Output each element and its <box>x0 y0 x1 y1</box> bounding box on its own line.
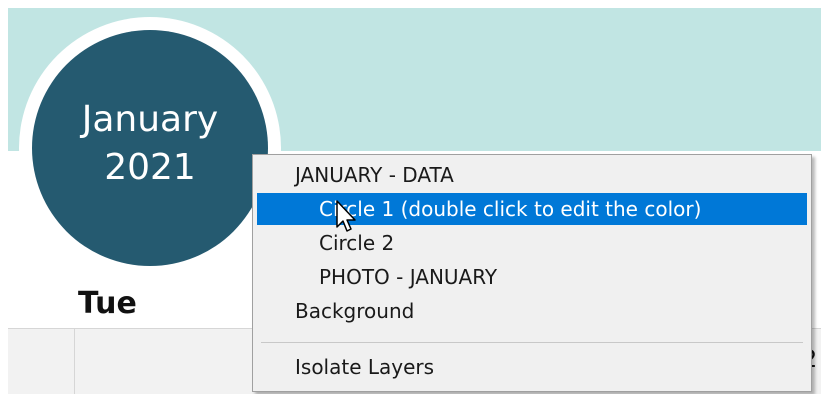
month-label: January <box>81 99 219 140</box>
menu-item-label: Isolate Layers <box>295 355 435 379</box>
menu-item-label: Circle 1 (double click to edit the color… <box>319 197 702 221</box>
menu-item-photo-january[interactable]: PHOTO - JANUARY <box>257 261 807 293</box>
menu-separator <box>261 342 803 343</box>
menu-item-january-data[interactable]: JANUARY - DATA <box>257 159 807 191</box>
year-label: 2021 <box>104 147 196 188</box>
calendar-canvas: January 2021 Tue a 2 JANUARY - DATA Circ… <box>8 8 821 394</box>
context-menu: JANUARY - DATA Circle 1 (double click to… <box>252 154 812 392</box>
menu-item-label: Background <box>295 299 415 323</box>
menu-item-background[interactable]: Background <box>257 295 807 327</box>
day-label-tue: Tue <box>78 286 137 321</box>
menu-item-label: PHOTO - JANUARY <box>319 265 498 289</box>
menu-item-circle-1[interactable]: Circle 1 (double click to edit the color… <box>257 193 807 225</box>
calendar-grid-divider <box>74 328 75 394</box>
menu-item-label: Circle 2 <box>319 231 395 255</box>
menu-item-isolate-layers[interactable]: Isolate Layers <box>257 351 807 383</box>
menu-item-circle-2[interactable]: Circle 2 <box>257 227 807 259</box>
menu-item-label: JANUARY - DATA <box>295 163 454 187</box>
